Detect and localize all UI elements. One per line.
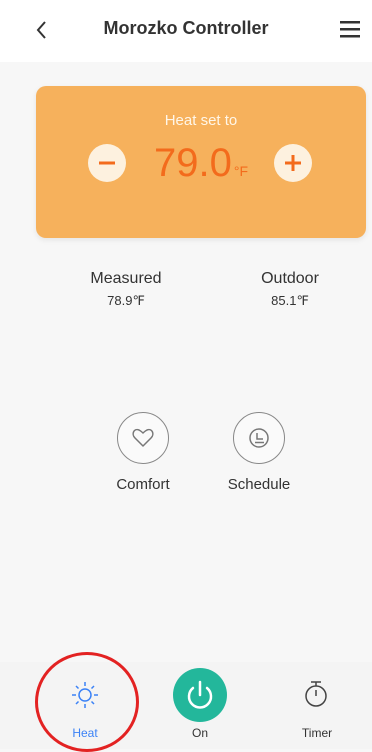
setpoint-card: Heat set to 79.0 °F — [36, 86, 366, 238]
tab-heat-label: Heat — [72, 726, 98, 740]
comfort-icon-ring — [117, 412, 169, 464]
schedule-icon — [249, 428, 269, 448]
setpoint-value-display: 79.0 °F — [36, 138, 366, 196]
power-icon — [187, 680, 213, 709]
measured-label: Measured — [90, 270, 162, 287]
top-bar: Morozko Controller — [0, 0, 372, 62]
measured-reading: Measured 78.9℉ — [66, 270, 186, 309]
outdoor-value: 85.1℉ — [271, 293, 309, 308]
power-button[interactable] — [173, 668, 227, 722]
tab-heat[interactable]: Heat — [45, 662, 125, 749]
schedule-label: Schedule — [227, 476, 291, 493]
stopwatch-icon — [305, 681, 327, 707]
tab-timer[interactable]: Timer — [277, 662, 357, 749]
outdoor-label: Outdoor — [261, 270, 319, 287]
setpoint-unit: °F — [233, 163, 248, 179]
plus-icon — [285, 155, 301, 171]
outdoor-reading: Outdoor 85.1℉ — [230, 270, 350, 309]
tab-on[interactable]: On — [160, 662, 240, 749]
comfort-label: Comfort — [116, 476, 170, 493]
hamburger-menu-icon — [340, 21, 360, 38]
setpoint-label: Heat set to — [164, 112, 238, 129]
tab-timer-label: Timer — [301, 726, 333, 740]
schedule-icon-ring — [233, 412, 285, 464]
tab-on-label: On — [191, 726, 208, 740]
heart-icon — [132, 428, 154, 447]
increase-temperature-button[interactable] — [274, 144, 312, 182]
sun-icon — [72, 682, 98, 708]
schedule-button[interactable]: Schedule — [209, 412, 309, 493]
comfort-button[interactable]: Comfort — [93, 412, 193, 493]
measured-value: 78.9℉ — [107, 293, 145, 308]
decrease-temperature-button[interactable] — [88, 144, 126, 182]
minus-icon — [99, 161, 115, 165]
menu-button[interactable] — [338, 18, 362, 40]
bottom-tab-bar: Heat On Timer — [0, 662, 372, 749]
setpoint-value: 79.0 — [153, 141, 232, 185]
page-title: Morozko Controller — [103, 18, 269, 38]
